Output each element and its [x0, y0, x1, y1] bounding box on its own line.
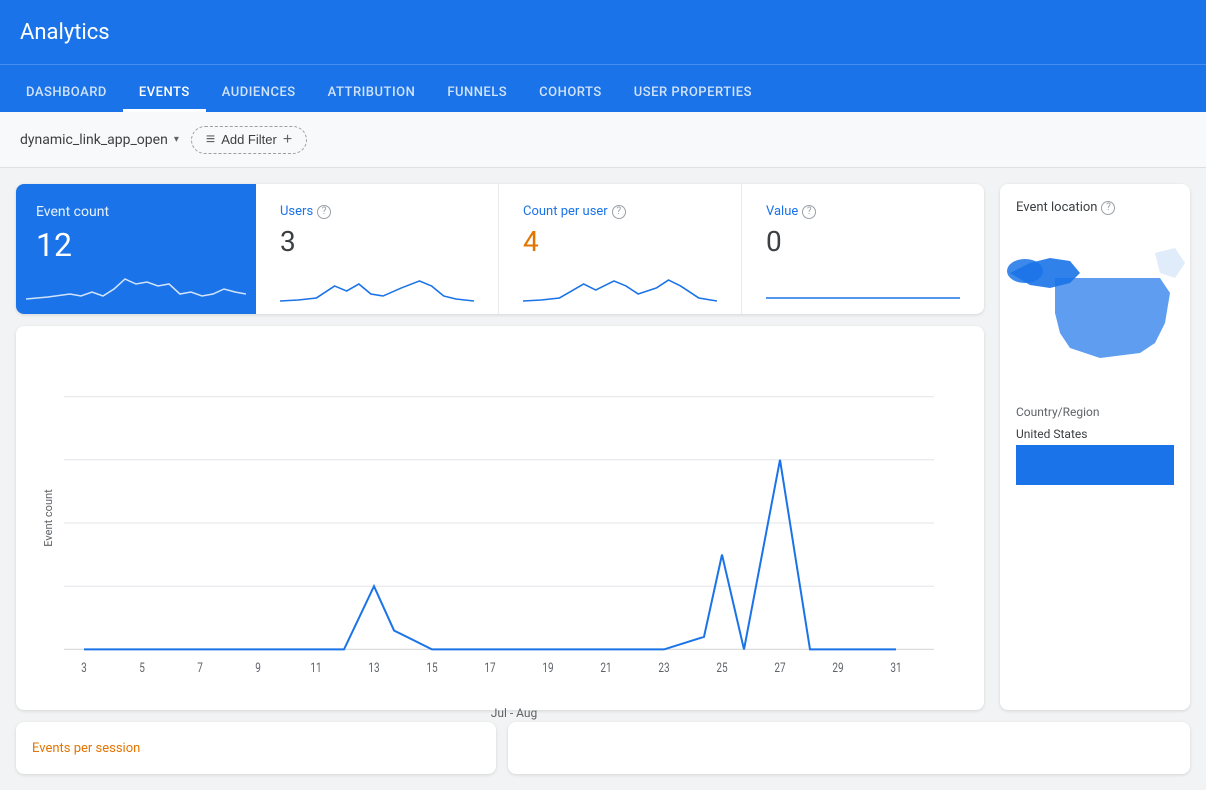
- right-panel-title: Event location ?: [1000, 184, 1190, 223]
- bottom-row: Events per session: [0, 722, 1206, 790]
- main-content: Event count 12 Users ? 3: [0, 168, 1206, 710]
- country-name: United States: [1016, 427, 1087, 441]
- svg-text:27: 27: [774, 660, 785, 676]
- events-per-session-label: Events per session: [32, 741, 140, 756]
- svg-text:31: 31: [890, 660, 901, 676]
- country-row: United States: [1016, 427, 1174, 441]
- plus-icon: +: [283, 131, 292, 149]
- event-dropdown-value: dynamic_link_app_open: [20, 132, 168, 148]
- country-region-label: Country/Region: [1016, 405, 1174, 419]
- nav-item-dashboard[interactable]: DASHBOARD: [10, 85, 123, 112]
- nav-item-funnels[interactable]: FUNNELS: [431, 85, 523, 112]
- add-filter-button[interactable]: ≡ Add Filter +: [191, 126, 307, 154]
- nav-bar: DASHBOARD EVENTS AUDIENCES ATTRIBUTION F…: [0, 64, 1206, 112]
- count-per-user-value: 4: [523, 225, 717, 258]
- nav-item-events[interactable]: EVENTS: [123, 85, 206, 112]
- count-per-user-stat: Count per user ? 4: [499, 184, 742, 314]
- event-count-stat: Event count 12: [16, 184, 256, 314]
- value-label: Value ?: [766, 204, 960, 219]
- nav-item-attribution[interactable]: ATTRIBUTION: [312, 85, 432, 112]
- count-per-user-info-icon[interactable]: ?: [612, 205, 626, 219]
- country-bar: [1016, 445, 1174, 485]
- event-count-label: Event count: [36, 204, 236, 220]
- svg-text:21: 21: [600, 660, 611, 676]
- value-sparkline: [766, 266, 960, 306]
- stats-card: Event count 12 Users ? 3: [16, 184, 984, 314]
- value-info-icon[interactable]: ?: [802, 205, 816, 219]
- country-section: Country/Region United States: [1000, 397, 1190, 493]
- svg-text:19: 19: [542, 660, 553, 676]
- event-count-value: 12: [36, 226, 236, 264]
- add-filter-label: Add Filter: [221, 132, 277, 147]
- users-stat: Users ? 3: [256, 184, 499, 314]
- svg-text:15: 15: [426, 660, 437, 676]
- svg-text:9: 9: [255, 660, 261, 676]
- map-area: [1000, 223, 1190, 397]
- event-location-info-icon[interactable]: ?: [1101, 201, 1115, 215]
- value-stat: Value ? 0: [742, 184, 984, 314]
- nav-item-user-properties[interactable]: USER PROPERTIES: [618, 85, 768, 112]
- main-chart-card: 0 2 4 6 8 3 5 7 9 11 13 15 17 19 21 23 2…: [16, 326, 984, 710]
- top-bar: Analytics: [0, 0, 1206, 64]
- chevron-down-icon: ▾: [174, 134, 179, 145]
- left-panel: Event count 12 Users ? 3: [16, 184, 984, 710]
- right-panel: Event location ? Country/Region United S…: [1000, 184, 1190, 710]
- svg-text:7: 7: [197, 660, 203, 676]
- filter-icon: ≡: [206, 131, 215, 149]
- main-chart: 0 2 4 6 8 3 5 7 9 11 13 15 17 19 21 23 2…: [64, 346, 964, 700]
- svg-text:29: 29: [832, 660, 843, 676]
- x-axis-label: Jul - Aug: [64, 706, 964, 720]
- svg-text:25: 25: [716, 660, 727, 676]
- value-value: 0: [766, 225, 960, 258]
- users-info-icon[interactable]: ?: [317, 205, 331, 219]
- svg-text:23: 23: [658, 660, 669, 676]
- event-count-sparkline: [26, 264, 246, 304]
- users-sparkline: [280, 266, 474, 306]
- svg-text:3: 3: [81, 660, 87, 676]
- count-per-user-sparkline: [523, 266, 717, 306]
- count-per-user-label: Count per user ?: [523, 204, 717, 219]
- nav-item-audiences[interactable]: AUDIENCES: [206, 85, 312, 112]
- stats-row: Event count 12 Users ? 3: [16, 184, 984, 314]
- svg-text:17: 17: [484, 660, 495, 676]
- map-svg: [1000, 223, 1190, 393]
- users-label: Users ?: [280, 204, 474, 219]
- event-dropdown[interactable]: dynamic_link_app_open ▾: [20, 132, 179, 148]
- y-axis-label: Event count: [42, 489, 55, 546]
- events-per-session-card: Events per session: [16, 722, 496, 774]
- svg-text:11: 11: [310, 660, 321, 676]
- bottom-card-2: [508, 722, 1190, 774]
- svg-text:5: 5: [139, 660, 145, 676]
- svg-text:13: 13: [368, 660, 379, 676]
- filter-bar: dynamic_link_app_open ▾ ≡ Add Filter +: [0, 112, 1206, 168]
- users-value: 3: [280, 225, 474, 258]
- nav-item-cohorts[interactable]: COHORTS: [523, 85, 618, 112]
- app-title: Analytics: [20, 20, 110, 45]
